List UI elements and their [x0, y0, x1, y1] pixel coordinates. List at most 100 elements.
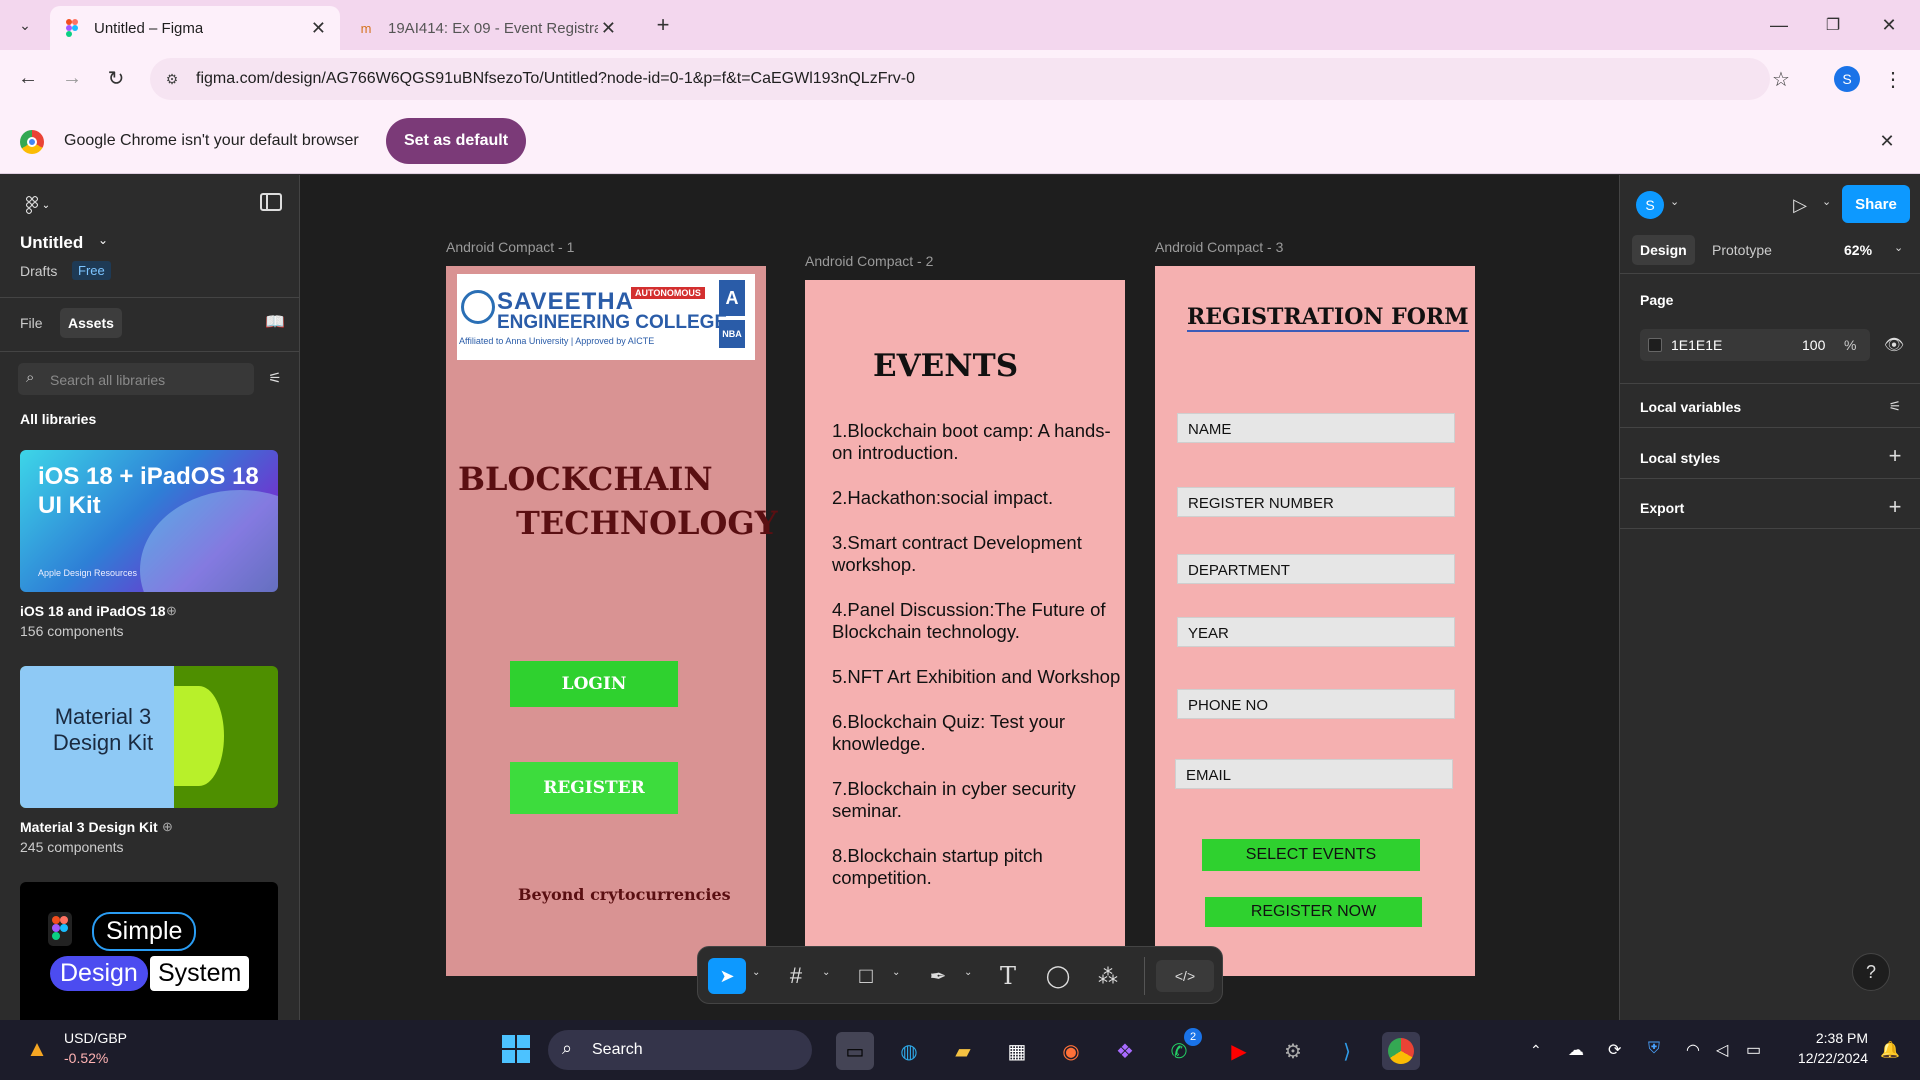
set-default-button[interactable]: Set as default [386, 118, 526, 164]
close-tab-icon[interactable]: ✕ [311, 18, 326, 39]
profile-avatar[interactable]: S [1834, 66, 1860, 92]
stocks-widget-icon[interactable]: ▲ [22, 1034, 52, 1064]
file-explorer-icon[interactable]: ▰ [944, 1032, 982, 1070]
user-avatar[interactable]: S [1636, 191, 1664, 219]
color-swatch[interactable] [1648, 338, 1662, 352]
start-windows-icon[interactable] [502, 1035, 530, 1063]
tab-design[interactable]: Design [1632, 235, 1695, 265]
chevron-down-icon[interactable]: ⌄ [752, 967, 760, 978]
pen-tool-icon[interactable]: ✒ [920, 958, 956, 994]
site-info-icon[interactable]: ⚙ [162, 69, 182, 89]
vscode-icon[interactable]: ⟩ [1328, 1032, 1366, 1070]
show-hidden-icons-icon[interactable]: ⌃ [1530, 1042, 1542, 1059]
material-kit-name[interactable]: Material 3 Design Kit [20, 819, 158, 835]
tab-figma[interactable]: Untitled – Figma ✕ [50, 6, 340, 50]
dev-mode-toggle-icon[interactable]: </> [1156, 960, 1214, 992]
chevron-down-icon[interactable]: ⌄ [964, 967, 972, 978]
close-infobar-icon[interactable]: ✕ [1874, 128, 1900, 154]
firefox-icon[interactable]: ◉ [1052, 1032, 1090, 1070]
file-name-chevron-icon[interactable]: ⌄ [98, 233, 108, 247]
chrome-menu-icon[interactable]: ⋮ [1880, 64, 1906, 94]
frame-label[interactable]: Android Compact - 1 [446, 239, 574, 255]
copilot-icon[interactable]: ❖ [1106, 1032, 1144, 1070]
filter-icon[interactable]: ⚟ [264, 367, 286, 389]
variables-settings-icon[interactable]: ⚟ [1884, 395, 1906, 417]
bookmark-star-icon[interactable]: ☆ [1768, 66, 1794, 92]
back-icon[interactable]: ← [12, 62, 44, 94]
clock-date[interactable]: 12/22/2024 [1784, 1050, 1868, 1066]
youtube-icon[interactable]: ▶ [1220, 1032, 1258, 1070]
tab-assets[interactable]: Assets [60, 308, 122, 338]
chrome-taskbar-icon[interactable] [1382, 1032, 1420, 1070]
frame-label[interactable]: Android Compact - 2 [805, 253, 933, 269]
onedrive-icon[interactable]: ☁ [1568, 1040, 1584, 1060]
tab-prototype[interactable]: Prototype [1712, 242, 1772, 258]
text-tool-icon[interactable]: T [990, 958, 1026, 994]
ms-store-icon[interactable]: ▦ [998, 1032, 1036, 1070]
register-button[interactable]: REGISTER [510, 762, 678, 814]
figma-menu-icon[interactable]: ⌄ [20, 193, 56, 217]
forward-icon[interactable]: → [56, 62, 88, 94]
add-style-icon[interactable]: + [1884, 443, 1906, 468]
login-button[interactable]: LOGIN [510, 661, 678, 707]
department-field[interactable]: DEPARTMENT [1177, 554, 1455, 584]
frame-android-compact-3[interactable]: REGISTRATION FORM NAME REGISTER NUMBER D… [1155, 266, 1475, 976]
select-events-button[interactable]: SELECT EVENTS [1202, 839, 1420, 871]
chevron-down-icon[interactable]: ⌄ [1670, 195, 1679, 208]
simple-design-thumbnail[interactable]: Simple Design System [20, 882, 278, 1020]
library-book-icon[interactable]: 📖 [264, 311, 286, 333]
local-styles-label[interactable]: Local styles [1640, 450, 1720, 466]
clock-time[interactable]: 2:38 PM [1796, 1030, 1868, 1046]
search-libraries-input[interactable]: ⌕ Search all libraries [18, 363, 254, 395]
restore-icon[interactable]: ❐ [1818, 10, 1848, 40]
sync-icon[interactable]: ⟳ [1608, 1040, 1621, 1060]
actions-tool-icon[interactable]: ⁂ [1090, 958, 1126, 994]
page-color-input[interactable]: 1E1E1E 100 % [1640, 329, 1870, 361]
chevron-down-icon[interactable]: ⌄ [1894, 241, 1903, 254]
edge-icon[interactable]: ◍ [890, 1032, 928, 1070]
visibility-eye-icon[interactable]: 👁 [1882, 333, 1906, 357]
ios-kit-name[interactable]: iOS 18 and iPadOS 18 [20, 603, 166, 619]
phone-field[interactable]: PHONE NO [1177, 689, 1455, 719]
frame-tool-icon[interactable]: # [778, 958, 814, 994]
frame-label[interactable]: Android Compact - 3 [1155, 239, 1283, 255]
new-tab-icon[interactable]: + [650, 12, 676, 38]
help-button[interactable]: ? [1852, 953, 1890, 991]
figma-canvas[interactable]: Android Compact - 1 SAVEETHA ENGINEERING… [300, 175, 1619, 1020]
export-label[interactable]: Export [1640, 500, 1684, 516]
frame-android-compact-2[interactable]: EVENTS 1.Blockchain boot camp: A hands-o… [805, 280, 1125, 988]
ios-kit-thumbnail[interactable]: iOS 18 + iPadOS 18 UI Kit Apple Design R… [20, 450, 278, 592]
chevron-down-icon[interactable]: ⌄ [822, 967, 830, 978]
zoom-level[interactable]: 62% [1844, 242, 1872, 258]
drafts-label[interactable]: Drafts [20, 263, 57, 279]
email-field[interactable]: EMAIL [1175, 759, 1453, 789]
chevron-down-icon[interactable]: ⌄ [1822, 195, 1831, 208]
volume-icon[interactable]: ◁ [1716, 1040, 1728, 1060]
task-view-icon[interactable]: ▭ [836, 1032, 874, 1070]
frame-android-compact-1[interactable]: SAVEETHA ENGINEERING COLLEGE AUTONOMOUS … [446, 266, 778, 976]
notification-bell-icon[interactable]: 🔔 [1880, 1040, 1900, 1060]
close-tab-icon[interactable]: ✕ [601, 18, 616, 39]
share-button[interactable]: Share [1842, 185, 1910, 223]
battery-icon[interactable]: ▭ [1746, 1040, 1761, 1060]
security-shield-icon[interactable]: ⛨ [1648, 1040, 1660, 1058]
tab-search-icon[interactable]: ⌄ [10, 10, 40, 40]
rectangle-tool-icon[interactable]: □ [848, 958, 884, 994]
add-export-icon[interactable]: + [1884, 494, 1906, 519]
settings-gear-icon[interactable]: ⚙ [1274, 1032, 1312, 1070]
move-tool-icon[interactable]: ➤ [708, 958, 746, 994]
close-window-icon[interactable]: ✕ [1874, 10, 1904, 40]
register-now-button[interactable]: REGISTER NOW [1205, 897, 1422, 927]
reload-icon[interactable]: ↻ [100, 62, 132, 94]
material-kit-thumbnail[interactable]: Material 3 Design Kit [20, 666, 278, 808]
address-bar[interactable]: ⚙ figma.com/design/AG766W6QGS91uBNfsezoT… [150, 58, 1790, 100]
tab-file[interactable]: File [20, 315, 43, 331]
local-variables-label[interactable]: Local variables [1640, 399, 1741, 415]
present-play-icon[interactable]: ▷ [1786, 191, 1814, 219]
ticker-name[interactable]: USD/GBP [64, 1030, 127, 1046]
file-name[interactable]: Untitled [20, 233, 83, 253]
register-number-field[interactable]: REGISTER NUMBER [1177, 487, 1455, 517]
taskbar-search-box[interactable]: ⌕ Search [548, 1030, 812, 1070]
name-field[interactable]: NAME [1177, 413, 1455, 443]
year-field[interactable]: YEAR [1177, 617, 1455, 647]
